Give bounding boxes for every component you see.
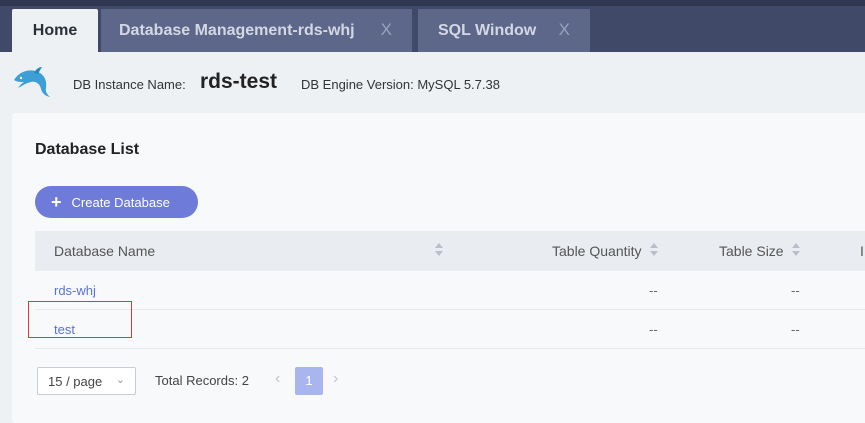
sort-icon[interactable] bbox=[435, 242, 443, 258]
highlight-box bbox=[28, 301, 132, 338]
tab-sql-window-label: SQL Window bbox=[438, 21, 537, 39]
database-list-card: Database List + Create Database Database… bbox=[12, 113, 865, 423]
tab-sql-window[interactable]: SQL Window X bbox=[418, 9, 590, 52]
plus-icon: + bbox=[51, 192, 62, 212]
chevron-left-icon[interactable]: ‹ bbox=[275, 370, 280, 388]
chevron-down-icon: ⌄ bbox=[115, 374, 125, 386]
tab-home-label: Home bbox=[32, 21, 78, 39]
page-size-value: 15 / page bbox=[48, 374, 103, 389]
tab-bar-top-strip bbox=[0, 0, 865, 6]
sort-icon[interactable] bbox=[792, 242, 800, 258]
chevron-right-icon[interactable]: › bbox=[333, 370, 338, 388]
close-icon[interactable]: X bbox=[381, 20, 392, 40]
page-size-select[interactable]: 15 / page ⌄ bbox=[37, 367, 136, 395]
close-icon[interactable]: X bbox=[559, 20, 570, 40]
column-table-quantity[interactable]: Table Quantity bbox=[552, 243, 642, 259]
database-table: Database Name Table Quantity Table Size … bbox=[35, 231, 865, 349]
table-row: rds-whj -- -- bbox=[35, 271, 865, 310]
column-database-name[interactable]: Database Name bbox=[54, 243, 155, 259]
table-quantity-cell: -- bbox=[649, 283, 658, 298]
table-size-cell: -- bbox=[791, 322, 800, 337]
table-quantity-cell: -- bbox=[649, 322, 658, 337]
create-database-label: Create Database bbox=[71, 194, 170, 210]
instance-info-bar: DB Instance Name: rds-test DB Engine Ver… bbox=[0, 52, 865, 112]
table-row: test -- -- bbox=[35, 310, 865, 349]
page-number-button[interactable]: 1 bbox=[295, 367, 323, 395]
create-database-button[interactable]: + Create Database bbox=[35, 186, 198, 218]
table-header: Database Name Table Quantity Table Size … bbox=[35, 231, 865, 271]
tab-bar: Home Database Management-rds-whj X SQL W… bbox=[0, 0, 865, 52]
tab-home[interactable]: Home bbox=[12, 9, 98, 52]
instance-name-label: DB Instance Name: bbox=[73, 77, 186, 92]
column-table-size[interactable]: Table Size bbox=[719, 243, 784, 259]
database-link-rds-whj[interactable]: rds-whj bbox=[54, 283, 96, 298]
engine-version-label: DB Engine Version: MySQL 5.7.38 bbox=[301, 77, 500, 92]
sort-icon[interactable] bbox=[650, 242, 658, 258]
instance-name-value: rds-test bbox=[200, 70, 278, 93]
column-truncated: I bbox=[860, 243, 864, 259]
total-records: Total Records: 2 bbox=[155, 373, 249, 388]
tab-database-management[interactable]: Database Management-rds-whj X bbox=[101, 9, 412, 52]
tab-database-management-label: Database Management-rds-whj bbox=[119, 21, 355, 39]
page-title: Database List bbox=[35, 141, 140, 158]
mysql-dolphin-icon bbox=[14, 67, 50, 97]
table-size-cell: -- bbox=[791, 283, 800, 298]
